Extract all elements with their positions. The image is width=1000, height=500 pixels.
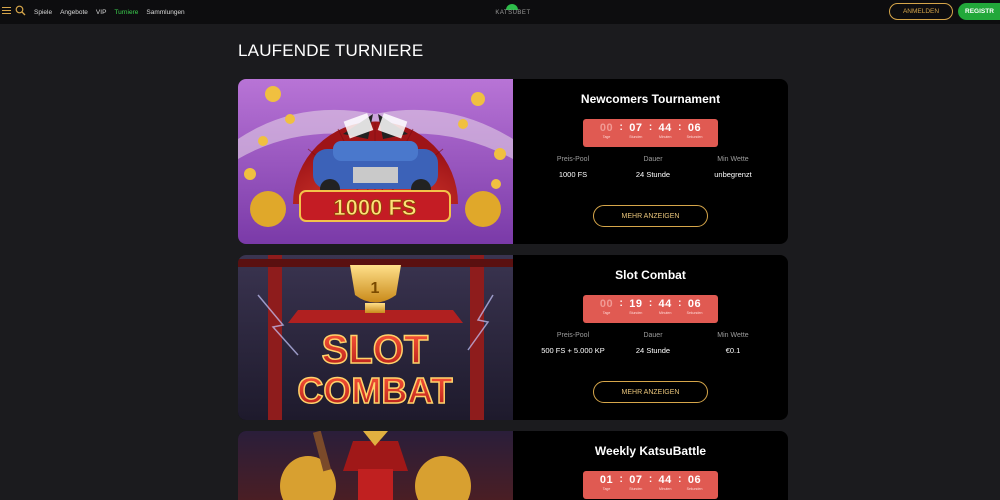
banner-art: 1 SLOT COMBAT bbox=[238, 255, 513, 420]
login-button[interactable]: ANMELDEN bbox=[889, 3, 953, 20]
stat-value: 1000 FS bbox=[558, 170, 588, 179]
tournament-card: 1000 FS Newcomers Tournament 00 Tage : 07… bbox=[238, 79, 788, 244]
timer-hours: 07 bbox=[629, 474, 643, 486]
search-icon[interactable] bbox=[15, 5, 26, 16]
tournament-info: Slot Combat 00 Tage : 19 Stunden : 44 Minut… bbox=[513, 255, 788, 420]
tournament-banner-weekly-katsubattle[interactable] bbox=[238, 431, 513, 500]
logo-text: KATSUBET bbox=[495, 10, 531, 16]
stat-value: 24 Stunde bbox=[635, 170, 671, 179]
timer-days-label: Tage bbox=[602, 135, 611, 139]
stat-label: Min Wette bbox=[717, 332, 749, 339]
page-title: LAUFENDE TURNIERE bbox=[238, 41, 424, 60]
timer-seconds: 06 bbox=[687, 298, 702, 310]
nav-item-spiele[interactable]: Spiele bbox=[34, 9, 52, 16]
stat-value: €0.1 bbox=[725, 346, 741, 355]
nav-item-vip[interactable]: VIP bbox=[96, 9, 106, 16]
timer-minutes-label: Minuten bbox=[658, 135, 672, 139]
tournament-stats: Preis-Pool 1000 FS Dauer 24 Stunde Min Wet… bbox=[533, 156, 773, 179]
menu-icon[interactable] bbox=[2, 5, 11, 16]
nav-item-turniere[interactable]: Turniere bbox=[114, 9, 138, 16]
timer-minutes: 44 bbox=[658, 298, 672, 310]
tournament-banner-newcomers[interactable]: 1000 FS bbox=[238, 79, 513, 244]
banner-title-text: 1000 FS bbox=[333, 195, 416, 220]
tournament-stats: Preis-Pool 500 FS + 5.000 KP Dauer 24 Stun… bbox=[533, 332, 773, 355]
timer-minutes-label: Minuten bbox=[658, 311, 672, 315]
timer-seconds-label: Sekunden bbox=[686, 487, 703, 491]
stat-value: unbegrenzt bbox=[714, 170, 752, 179]
timer-minutes: 44 bbox=[658, 474, 672, 486]
show-more-button[interactable]: MEHR ANZEIGEN bbox=[593, 205, 708, 227]
tournament-title: Weekly KatsuBattle bbox=[594, 444, 707, 458]
show-more-button[interactable]: MEHR ANZEIGEN bbox=[593, 381, 708, 403]
banner-title-line-1: SLOT bbox=[322, 328, 429, 372]
tournament-title: Slot Combat bbox=[615, 268, 686, 282]
timer-seconds-label: Sekunden bbox=[686, 311, 703, 315]
register-button[interactable]: REGISTR bbox=[958, 3, 1000, 20]
timer-minutes: 44 bbox=[658, 122, 672, 134]
timer-days: 01 bbox=[599, 474, 614, 486]
timer-minutes-label: Minuten bbox=[658, 487, 672, 491]
trophy-rank: 1 bbox=[371, 280, 380, 297]
tournament-banner-slot-combat[interactable]: 1 SLOT COMBAT bbox=[238, 255, 513, 420]
main-nav: Spiele Angebote VIP Turniere Sammlungen bbox=[34, 0, 185, 24]
timer-hours: 19 bbox=[629, 298, 643, 310]
timer-seconds: 06 bbox=[687, 474, 702, 486]
timer-hours-label: Stunden bbox=[629, 135, 643, 139]
nav-item-sammlungen[interactable]: Sammlungen bbox=[146, 9, 184, 16]
stat-value: 500 FS + 5.000 KP bbox=[541, 346, 605, 355]
tournament-info: Newcomers Tournament 00 Tage : 07 Stunden … bbox=[513, 79, 788, 244]
timer-seconds-label: Sekunden bbox=[686, 135, 703, 139]
countdown-timer: 00 Tage : 19 Stunden : 44 Minuten : 06 Sekun… bbox=[583, 295, 718, 323]
top-bar: Spiele Angebote VIP Turniere Sammlungen … bbox=[0, 0, 1000, 24]
countdown-timer: 00 Tage : 07 Stunden : 44 Minuten : 06 Sekun… bbox=[583, 119, 718, 147]
timer-days-label: Tage bbox=[602, 311, 611, 315]
tournament-info: Weekly KatsuBattle 01 Tage : 07 Stunden : … bbox=[513, 431, 788, 500]
stat-label: Preis-Pool bbox=[556, 156, 590, 163]
tournament-card: Weekly KatsuBattle 01 Tage : 07 Stunden : … bbox=[238, 431, 788, 500]
banner-art: 1000 FS bbox=[238, 79, 513, 244]
banner-title-line-2: COMBAT bbox=[297, 370, 452, 411]
timer-hours: 07 bbox=[629, 122, 643, 134]
timer-seconds: 06 bbox=[687, 122, 702, 134]
countdown-timer: 01 Tage : 07 Stunden : 44 Minuten : 06 Sekun… bbox=[583, 471, 718, 499]
timer-days: 00 bbox=[599, 298, 614, 310]
timer-hours-label: Stunden bbox=[629, 311, 643, 315]
timer-hours-label: Stunden bbox=[629, 487, 643, 491]
logo[interactable]: KATSUBET bbox=[492, 4, 534, 20]
tournament-title: Newcomers Tournament bbox=[580, 92, 721, 106]
tournament-card: 1 SLOT COMBAT Slot Combat 00 Tage : 19 Stu… bbox=[238, 255, 788, 420]
stat-value: 24 Stunde bbox=[635, 346, 671, 355]
timer-days-label: Tage bbox=[602, 487, 611, 491]
timer-days: 00 bbox=[599, 122, 614, 134]
nav-item-angebote[interactable]: Angebote bbox=[60, 9, 88, 16]
banner-art bbox=[238, 431, 513, 500]
stat-label: Preis-Pool bbox=[556, 332, 590, 339]
stat-label: Dauer bbox=[643, 156, 663, 163]
stat-label: Min Wette bbox=[717, 156, 749, 163]
stat-label: Dauer bbox=[643, 332, 663, 339]
